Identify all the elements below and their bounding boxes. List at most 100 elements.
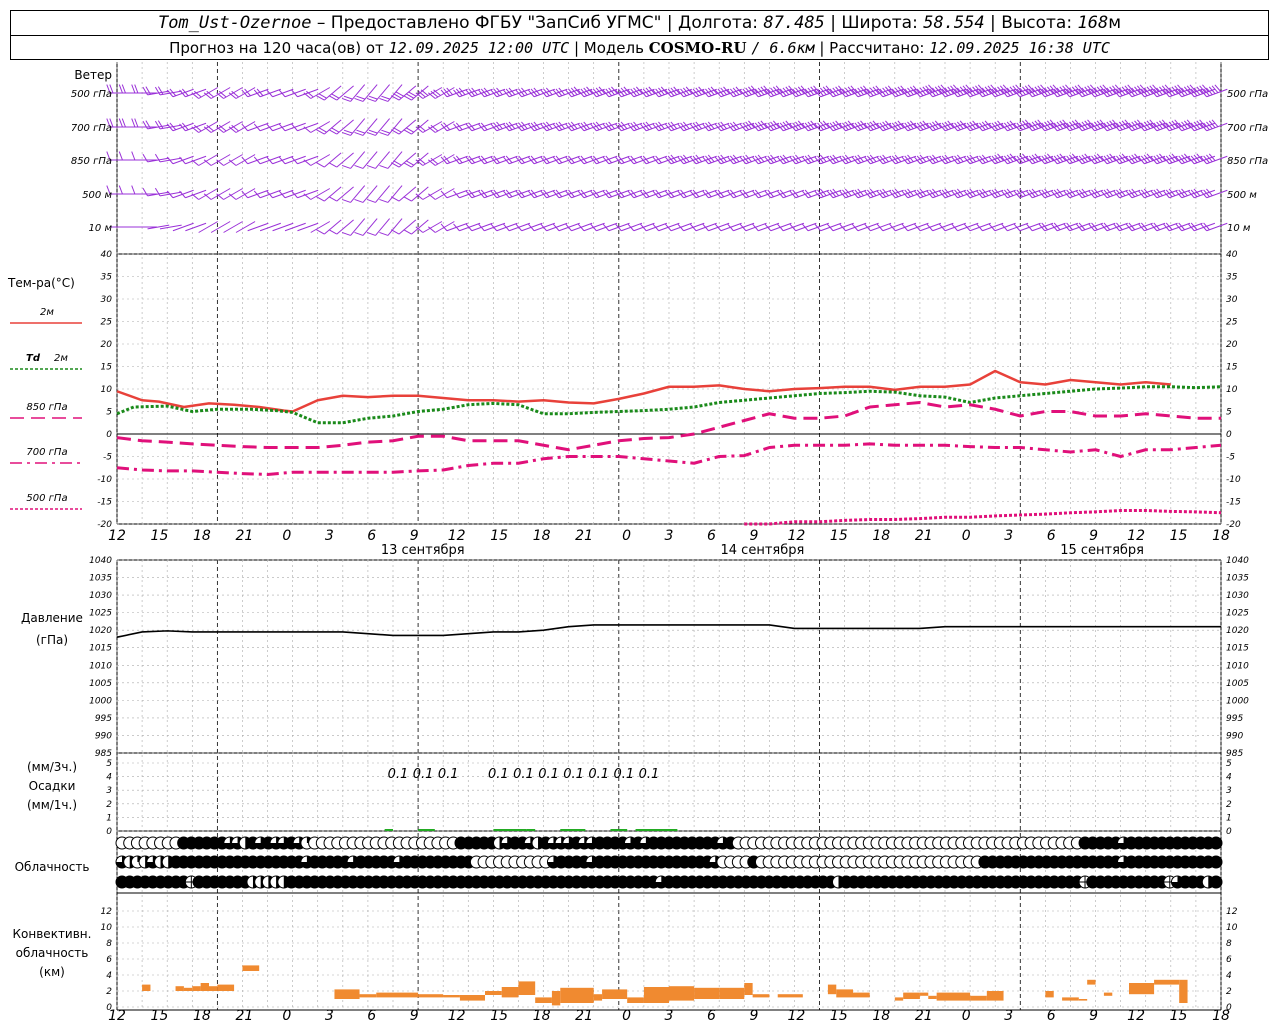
wind-barb-flag bbox=[465, 223, 473, 232]
conv-cloud-bar bbox=[719, 987, 745, 999]
wind-barb-staff bbox=[284, 88, 306, 98]
conv-y-tick: 0 bbox=[106, 1003, 112, 1013]
x-tick-label: 21 bbox=[235, 528, 253, 544]
wind-barb-flag bbox=[381, 95, 391, 100]
conv-cloud-bar bbox=[175, 986, 184, 991]
wind-barb-flag bbox=[179, 190, 186, 199]
wind-barb-staff bbox=[375, 151, 390, 169]
wind-barb-staff bbox=[957, 222, 979, 232]
wind-barb-flag bbox=[515, 223, 523, 232]
temp-y-tick: -10 bbox=[97, 475, 112, 485]
wind-barb-flag bbox=[316, 162, 325, 168]
x-tick-label: 18 bbox=[1212, 528, 1230, 544]
wind-barb-staff bbox=[1206, 88, 1228, 98]
wind-barb-staff bbox=[1206, 222, 1228, 232]
legend-td-prefix: Td bbox=[26, 353, 41, 364]
wind-barb-staff bbox=[857, 222, 879, 232]
wind-barb-flag bbox=[328, 229, 337, 235]
wind-barb-staff bbox=[375, 84, 390, 102]
precip-bar bbox=[493, 829, 527, 831]
wind-barb-flag bbox=[131, 84, 136, 94]
wind-barb-flag bbox=[677, 223, 684, 232]
conv-y-tick: 12 bbox=[101, 907, 113, 917]
x-tick-label: 15 bbox=[151, 528, 169, 544]
wind-barb-flag bbox=[118, 151, 123, 161]
conv-cloud-bar bbox=[1062, 997, 1079, 1001]
wind-barb-flag bbox=[826, 223, 834, 232]
conv-cloud-bar bbox=[142, 984, 151, 991]
x-tick-label: 3 bbox=[665, 528, 674, 544]
press-y-tick: 1005 bbox=[89, 679, 112, 689]
conv-cloud-bar bbox=[518, 981, 536, 995]
conv-cloud-bar bbox=[1103, 992, 1113, 996]
wind-barb-flag bbox=[453, 223, 460, 232]
wind-barb-flag bbox=[131, 185, 136, 195]
wind-barb-flag bbox=[540, 223, 547, 232]
x-tick-label-bottom: 9 bbox=[410, 1008, 419, 1024]
wind-barb-staff bbox=[172, 189, 194, 199]
wind-barb bbox=[228, 121, 256, 133]
x-tick-label: 21 bbox=[575, 528, 593, 544]
wind-barb-staff bbox=[596, 222, 618, 232]
conv-y-tick-right: 12 bbox=[1226, 907, 1238, 917]
wind-barb-staff bbox=[621, 222, 643, 232]
precip-value-label: 0.1 bbox=[388, 767, 409, 782]
wind-barb-flag bbox=[752, 223, 759, 232]
conv-cloud-bar bbox=[209, 986, 218, 991]
wind-barb-staff bbox=[695, 222, 717, 232]
wind-barb-flag bbox=[390, 196, 400, 202]
x-tick-label: 9 bbox=[410, 528, 419, 544]
wind-barb-flag bbox=[951, 223, 958, 232]
temp-y-tick: -20 bbox=[97, 520, 112, 530]
conv-cloud-bar bbox=[1129, 983, 1155, 995]
temp-y-tick-right: 20 bbox=[1226, 340, 1238, 350]
wind-barb-flag bbox=[577, 223, 585, 232]
temp-y-tick: 5 bbox=[106, 408, 112, 418]
wind-barb-flag bbox=[328, 196, 337, 202]
conv-cloud-bar bbox=[501, 987, 519, 998]
press-y-tick-right: 1040 bbox=[1226, 556, 1249, 566]
press-y-tick-right: 985 bbox=[1226, 749, 1243, 759]
wind-barb-flag bbox=[134, 84, 139, 94]
press-y-tick: 1000 bbox=[89, 696, 112, 706]
meteogram-chart: 0.1 0.1 0.1 0.1 0.1 0.1 0.1 0.1 0.1 0.1 121215151… bbox=[7, 62, 1268, 1024]
wind-barb-staff bbox=[362, 84, 378, 102]
conv-y-tick: 10 bbox=[101, 923, 113, 933]
wind-barb-staff bbox=[932, 222, 954, 232]
wind-barb-flag bbox=[565, 223, 572, 232]
conv-cloud-bar bbox=[777, 994, 803, 998]
wind-barb-staff bbox=[533, 222, 555, 232]
wind-barb-staff bbox=[708, 222, 730, 232]
conv-cloud-bar bbox=[183, 987, 193, 991]
wind-barb-staff bbox=[1206, 189, 1228, 199]
conv-y-tick: 4 bbox=[106, 971, 112, 981]
conv-cloud-bar bbox=[217, 984, 235, 991]
x-tick-label-bottom: 15 bbox=[490, 1008, 508, 1024]
wind-barb-flag bbox=[390, 229, 400, 235]
wind-level-label: 500 м bbox=[82, 190, 112, 201]
temp-y-tick-right: 5 bbox=[1226, 408, 1232, 418]
wind-barb-staff bbox=[259, 155, 281, 165]
precip-y-tick: 1 bbox=[106, 813, 112, 823]
wind-barb-flag bbox=[602, 223, 610, 232]
conv-y-tick-right: 0 bbox=[1226, 1003, 1232, 1013]
x-tick-label: 9 bbox=[749, 528, 758, 544]
cloud-overcast bbox=[1209, 855, 1223, 869]
wind-barb-flag bbox=[341, 164, 351, 169]
press-y-tick-right: 995 bbox=[1226, 714, 1243, 724]
wind-barb bbox=[1200, 84, 1228, 98]
conv-y-tick-right: 10 bbox=[1226, 923, 1238, 933]
wind-barb-flag bbox=[343, 95, 353, 100]
conv-cloud-bar bbox=[485, 991, 502, 995]
precip-y-tick: 4 bbox=[106, 773, 112, 783]
wind-barb-flag bbox=[639, 223, 647, 232]
conv-cloud-bar bbox=[836, 989, 853, 998]
wind-barb-flag bbox=[354, 198, 364, 203]
wind-barb-staff bbox=[272, 122, 294, 132]
wind-barb-staff bbox=[770, 222, 792, 232]
wind-barb-staff bbox=[1206, 155, 1228, 165]
wind-barb-flag bbox=[131, 118, 136, 128]
wind-barb-staff bbox=[471, 222, 493, 232]
wind-barb-staff bbox=[733, 222, 755, 232]
conv-cloud-bar bbox=[744, 983, 753, 995]
